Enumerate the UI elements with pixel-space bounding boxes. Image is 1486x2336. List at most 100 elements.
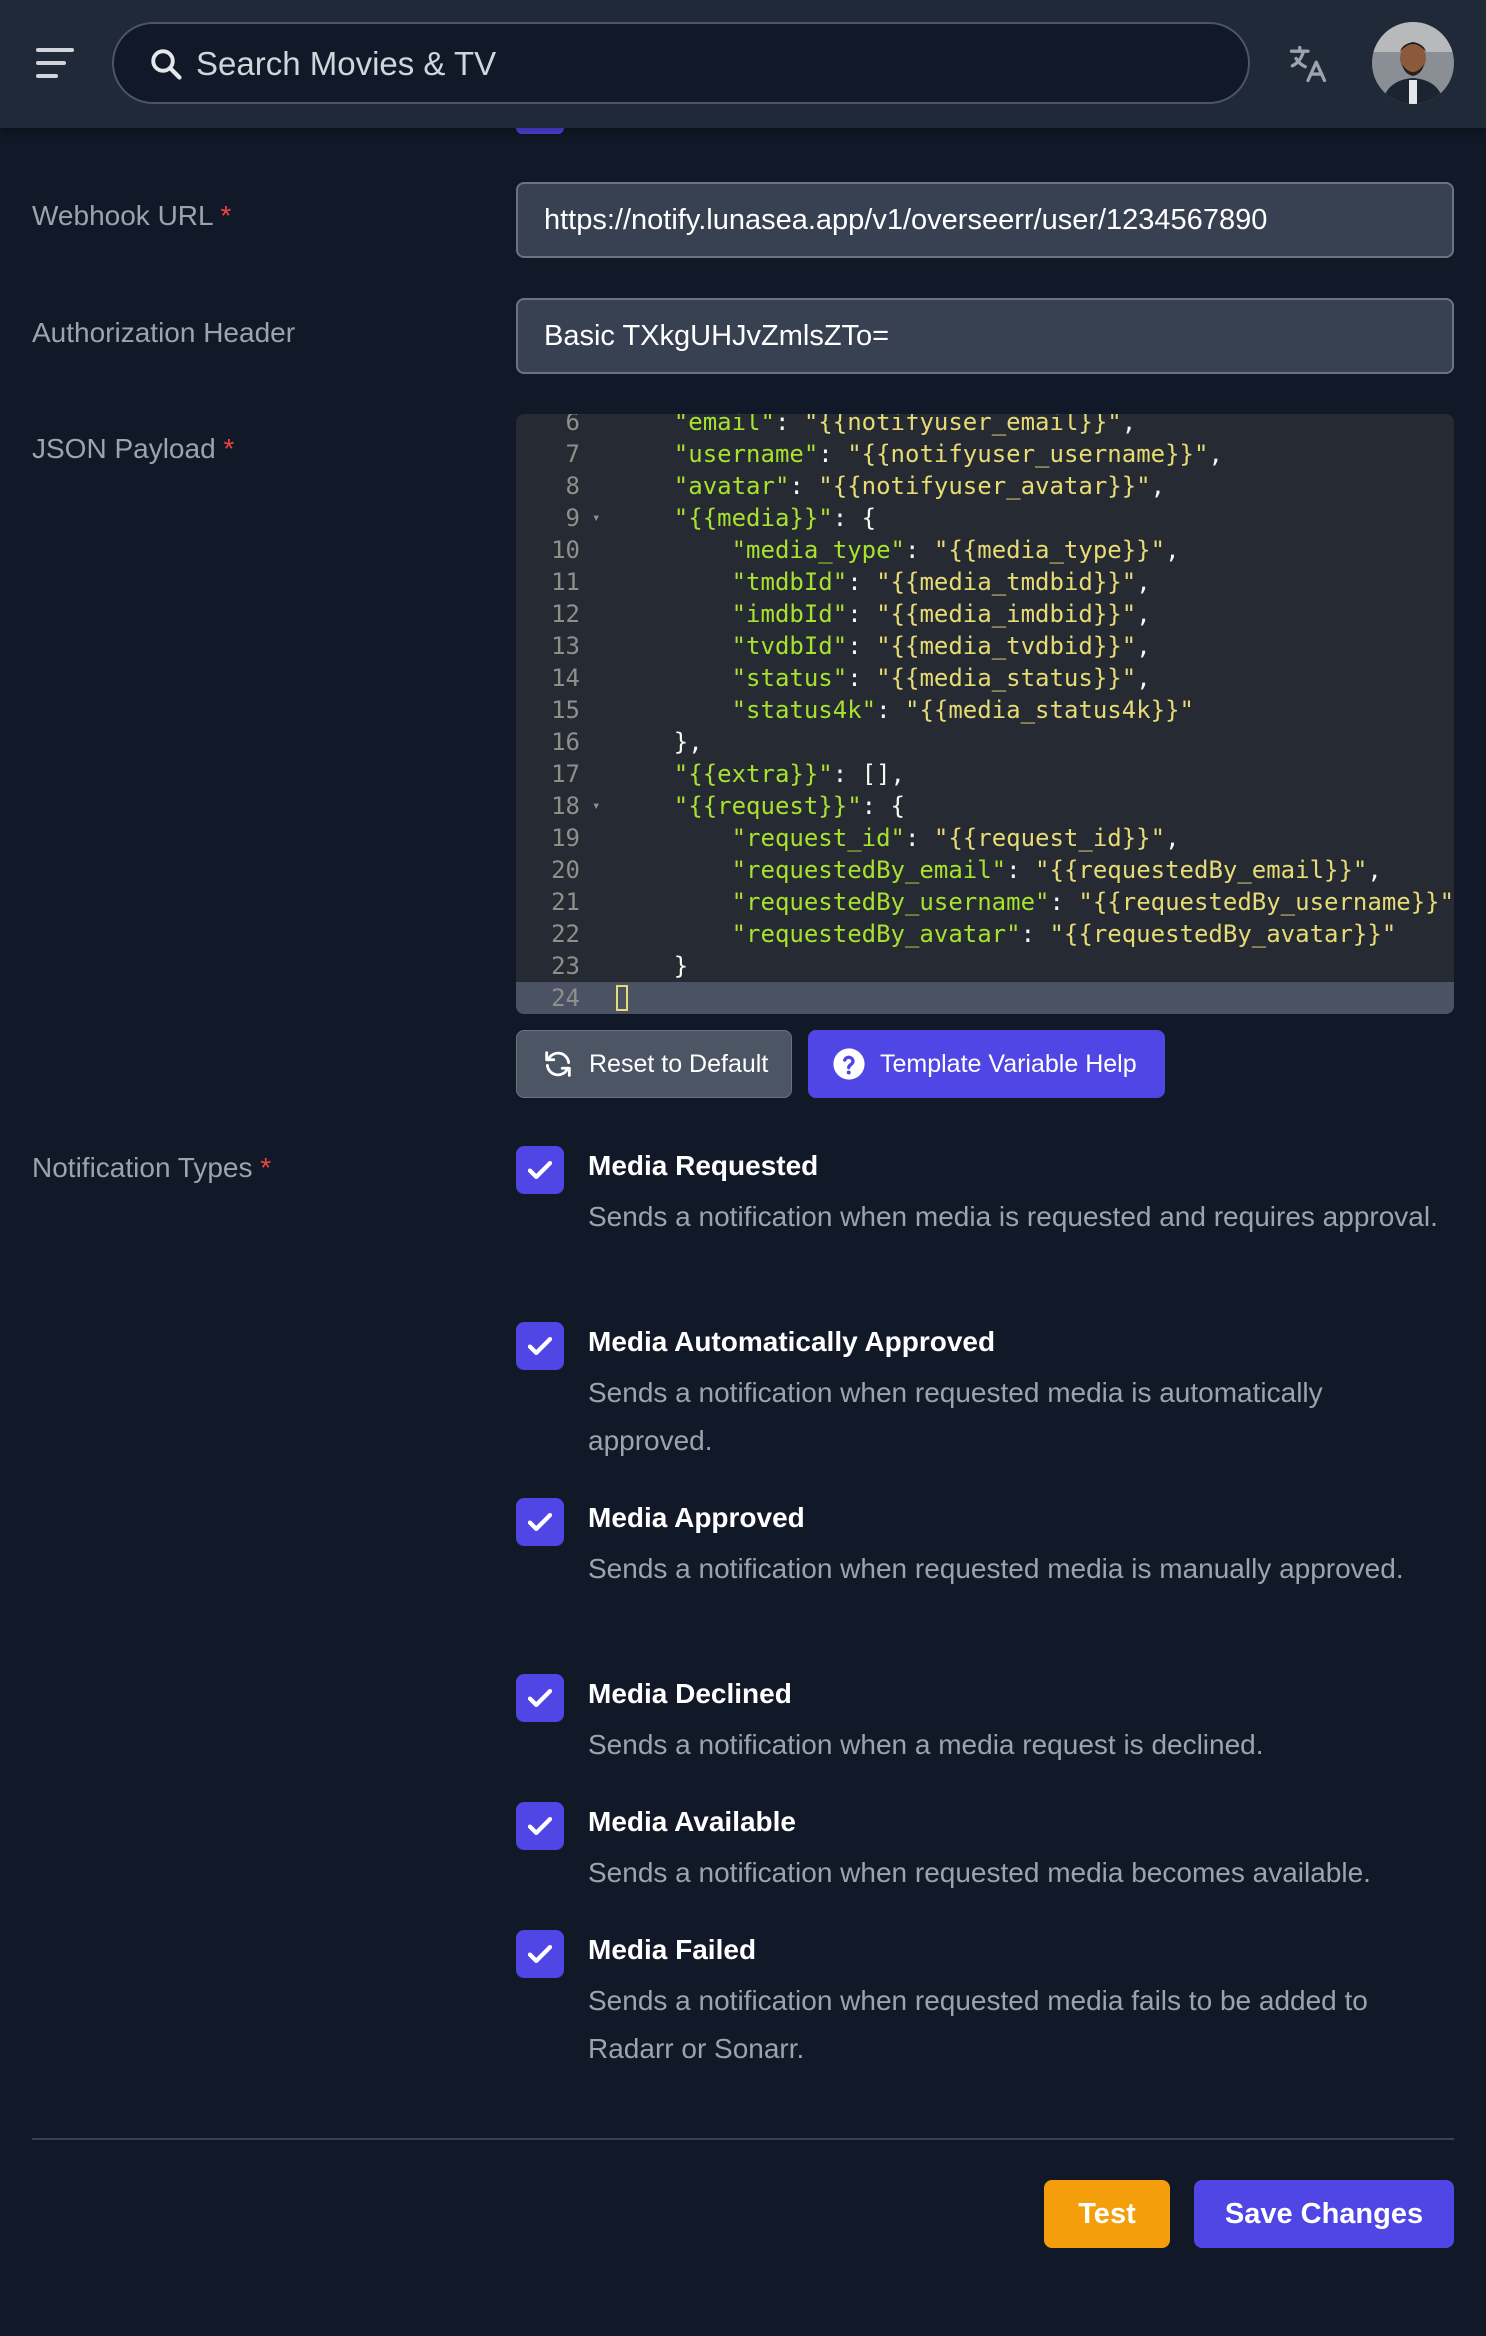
reset-to-default-button[interactable]: Reset to Default <box>516 1030 792 1098</box>
code-line: 7 "username": "{{notifyuser_username}}", <box>516 438 1454 470</box>
code-line: 6 "email": "{{notifyuser_email}}", <box>516 414 1454 438</box>
media-declined-title: Media Declined <box>588 1678 792 1709</box>
test-button[interactable]: Test <box>1044 2180 1170 2248</box>
code-line: 17 "{{extra}}": [], <box>516 758 1454 790</box>
line-number: 8 <box>565 472 580 500</box>
code-line: 21 "requestedBy_username": "{{requestedB… <box>516 886 1454 918</box>
code-text: "tmdbId": "{{media_tmdbid}}", <box>731 568 1151 596</box>
code-line: 9 ▾ "{{media}}": { <box>516 502 1454 534</box>
media-declined-checkbox[interactable] <box>516 1674 564 1722</box>
search-bar[interactable] <box>112 22 1250 104</box>
code-line: 8 "avatar": "{{notifyuser_avatar}}", <box>516 470 1454 502</box>
reset-to-default-label: Reset to Default <box>589 1049 769 1078</box>
code-text: "requestedBy_avatar": "{{requestedBy_ava… <box>731 920 1397 948</box>
fold-toggle-icon[interactable]: ▾ <box>592 790 600 822</box>
line-number: 17 <box>551 760 580 788</box>
code-text: "email": "{{notifyuser_email}}", <box>673 414 1137 436</box>
media-approved-title: Media Approved <box>588 1502 805 1533</box>
auth-header-input[interactable] <box>516 298 1454 374</box>
check-icon <box>527 1817 553 1835</box>
code-text: "status4k": "{{media_status4k}}" <box>731 696 1194 724</box>
code-line: 13 "tvdbId": "{{media_tvdbid}}", <box>516 630 1454 662</box>
translate-icon[interactable] <box>1286 42 1330 91</box>
json-payload-label: JSON Payload * <box>32 433 234 465</box>
code-text: "avatar": "{{notifyuser_avatar}}", <box>673 472 1166 500</box>
search-input[interactable] <box>194 36 1218 92</box>
check-icon <box>527 1513 553 1531</box>
code-text: } <box>616 952 689 980</box>
media-auto-approved-desc: Sends a notification when requested medi… <box>588 1377 1323 1456</box>
line-number: 12 <box>551 600 580 628</box>
line-number: 19 <box>551 824 580 852</box>
code-text: "requestedBy_username": "{{requestedBy_u… <box>731 888 1454 916</box>
fold-toggle-icon[interactable]: ▾ <box>592 502 600 534</box>
line-number: 24 <box>551 984 580 1012</box>
top-bar <box>0 0 1486 128</box>
code-line: 24} <box>516 982 1454 1014</box>
line-number: 20 <box>551 856 580 884</box>
media-requested-title: Media Requested <box>588 1150 819 1181</box>
code-line: 20 "requestedBy_email": "{{requestedBy_e… <box>516 854 1454 886</box>
required-mark: * <box>220 200 232 231</box>
media-requested-checkbox[interactable] <box>516 1146 564 1194</box>
line-number: 21 <box>551 888 580 916</box>
save-changes-button[interactable]: Save Changes <box>1194 2180 1454 2248</box>
code-line: 18 ▾ "{{request}}": { <box>516 790 1454 822</box>
line-number: 16 <box>551 728 580 756</box>
code-text: "username": "{{notifyuser_username}}", <box>673 440 1223 468</box>
code-line: 14 "status": "{{media_status}}", <box>516 662 1454 694</box>
code-text: "{{media}}": { <box>673 504 877 532</box>
template-variable-help-button[interactable]: Template Variable Help <box>808 1030 1165 1098</box>
json-payload-editor[interactable]: 6 "email": "{{notifyuser_email}}", 7 "use… <box>516 414 1454 1014</box>
line-number: 9 <box>565 504 580 532</box>
line-number: 22 <box>551 920 580 948</box>
code-text: "imdbId": "{{media_imdbid}}", <box>731 600 1151 628</box>
refresh-icon <box>541 1047 575 1081</box>
divider <box>32 2138 1454 2140</box>
question-icon <box>832 1047 866 1081</box>
check-icon <box>527 1689 553 1707</box>
media-failed-checkbox[interactable] <box>516 1930 564 1978</box>
code-line: 10 "media_type": "{{media_type}}", <box>516 534 1454 566</box>
check-icon <box>527 1161 553 1179</box>
line-number: 11 <box>551 568 580 596</box>
media-failed-desc: Sends a notification when requested medi… <box>588 1985 1368 2064</box>
media-available-desc: Sends a notification when requested medi… <box>588 1857 1371 1888</box>
search-icon <box>148 46 184 87</box>
media-failed-title: Media Failed <box>588 1934 757 1965</box>
code-line: 12 "imdbId": "{{media_imdbid}}", <box>516 598 1454 630</box>
media-approved-desc: Sends a notification when requested medi… <box>588 1553 1404 1584</box>
line-number: 23 <box>551 952 580 980</box>
media-requested-desc: Sends a notification when media is reque… <box>588 1201 1438 1232</box>
line-number: 18 <box>551 792 580 820</box>
required-mark: * <box>260 1152 272 1183</box>
code-line: 16 }, <box>516 726 1454 758</box>
menu-icon[interactable] <box>36 46 76 80</box>
line-number: 7 <box>565 440 580 468</box>
media-approved-checkbox[interactable] <box>516 1498 564 1546</box>
code-line: 11 "tmdbId": "{{media_tmdbid}}", <box>516 566 1454 598</box>
code-text: } <box>616 982 628 1014</box>
line-number: 10 <box>551 536 580 564</box>
code-text: "media_type": "{{media_type}}", <box>731 536 1180 564</box>
template-variable-help-label: Template Variable Help <box>880 1049 1137 1078</box>
required-mark: * <box>223 433 235 464</box>
line-number: 15 <box>551 696 580 724</box>
code-text: "tvdbId": "{{media_tvdbid}}", <box>731 632 1151 660</box>
auth-header-label: Authorization Header <box>32 317 296 348</box>
media-declined-desc: Sends a notification when a media reques… <box>588 1729 1264 1760</box>
notification-types-label: Notification Types * <box>32 1152 271 1184</box>
check-icon <box>527 1945 553 1963</box>
line-number: 13 <box>551 632 580 660</box>
media-auto-approved-checkbox[interactable] <box>516 1322 564 1370</box>
webhook-url-input[interactable] <box>516 182 1454 258</box>
json-payload-label-text: JSON Payload <box>32 433 216 464</box>
code-text: "requestedBy_email": "{{requestedBy_emai… <box>731 856 1382 884</box>
media-available-checkbox[interactable] <box>516 1802 564 1850</box>
line-number: 14 <box>551 664 580 692</box>
code-line: 22 "requestedBy_avatar": "{{requestedBy_… <box>516 918 1454 950</box>
media-auto-approved-title: Media Automatically Approved <box>588 1326 996 1357</box>
code-text: "{{request}}": { <box>673 792 905 820</box>
user-avatar[interactable] <box>1372 22 1454 104</box>
webhook-url-label: Webhook URL * <box>32 200 231 232</box>
